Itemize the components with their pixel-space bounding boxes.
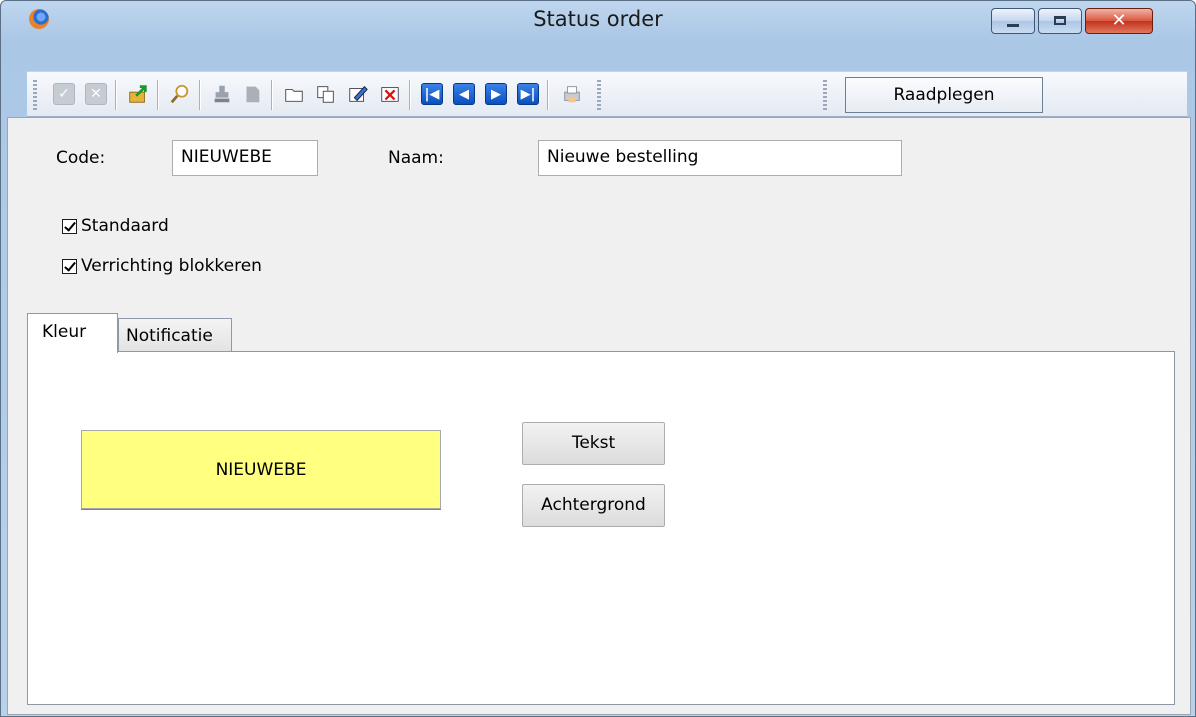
toolbar-grip[interactable] (823, 80, 827, 110)
tab-kleur-label: Kleur (42, 322, 87, 342)
remove-icon (379, 83, 401, 105)
code-field[interactable]: NIEUWEBE (172, 140, 318, 176)
last-record-button[interactable]: ▶| (515, 81, 541, 107)
standaard-checkbox[interactable]: Standaard (62, 216, 169, 236)
standaard-label: Standaard (81, 216, 169, 236)
toolbar: ✓ ✕ |◀ ◀ ▶ ▶| Raadplegen (27, 71, 1187, 117)
mode-indicator: Raadplegen (845, 77, 1043, 113)
toolbar-separator (271, 80, 272, 110)
minimize-icon (1007, 24, 1019, 27)
background-color-button[interactable]: Achtergrond (522, 484, 665, 527)
previous-record-icon: ◀ (453, 83, 475, 105)
toolbar-grip[interactable] (597, 80, 601, 110)
naam-label: Naam: (388, 148, 444, 168)
color-preview: NIEUWEBE (81, 430, 441, 509)
next-record-button[interactable]: ▶ (483, 81, 509, 107)
first-record-icon: |◀ (421, 83, 443, 105)
cancel-button[interactable]: ✕ (83, 81, 109, 107)
toolbar-separator (409, 80, 410, 110)
remove-button[interactable] (377, 81, 403, 107)
export-button[interactable] (125, 81, 151, 107)
confirm-icon: ✓ (53, 83, 75, 105)
naam-field[interactable]: Nieuwe bestelling (538, 140, 902, 176)
open-folder-button[interactable] (281, 81, 307, 107)
delete-record-icon (241, 83, 263, 105)
maximize-icon (1054, 16, 1066, 25)
previous-record-button[interactable]: ◀ (451, 81, 477, 107)
standaard-check-box[interactable] (62, 218, 77, 234)
search-button[interactable] (167, 81, 193, 107)
tab-kleur[interactable]: Kleur (27, 313, 118, 353)
kleur-panel: NIEUWEBE Tekst Achtergrond (27, 351, 1175, 705)
close-button[interactable]: ✕ (1085, 8, 1153, 34)
next-record-icon: ▶ (485, 83, 507, 105)
copy-button[interactable] (313, 81, 339, 107)
copy-icon (315, 83, 337, 105)
blokkeren-check-box[interactable] (62, 258, 77, 274)
print-button[interactable] (559, 81, 585, 107)
stamp-button[interactable] (209, 81, 235, 107)
toolbar-separator (157, 80, 158, 110)
last-record-icon: ▶| (517, 83, 539, 105)
open-folder-icon (283, 83, 305, 105)
export-icon (127, 83, 149, 105)
toolbar-separator (115, 80, 116, 110)
first-record-button[interactable]: |◀ (419, 81, 445, 107)
search-icon (169, 83, 191, 105)
toolbar-grip[interactable] (33, 80, 37, 110)
maximize-button[interactable] (1038, 8, 1082, 34)
edit-icon (347, 83, 369, 105)
toolbar-separator (547, 80, 548, 110)
blokkeren-checkbox[interactable]: Verrichting blokkeren (62, 256, 262, 276)
tab-notificatie-label: Notificatie (126, 326, 213, 346)
print-icon (561, 83, 583, 105)
text-color-button[interactable]: Tekst (522, 422, 665, 465)
title-bar[interactable]: Status order ✕ (1, 1, 1195, 39)
stamp-icon (211, 83, 233, 105)
edit-button[interactable] (345, 81, 371, 107)
confirm-button[interactable]: ✓ (51, 81, 77, 107)
toolbar-separator (199, 80, 200, 110)
cancel-icon: ✕ (85, 83, 107, 105)
blokkeren-label: Verrichting blokkeren (81, 256, 262, 276)
minimize-button[interactable] (991, 8, 1035, 34)
tab-notificatie[interactable]: Notificatie (118, 318, 232, 351)
code-label: Code: (56, 148, 106, 168)
close-icon: ✕ (1111, 10, 1127, 31)
delete-record-button[interactable] (239, 81, 265, 107)
window: Status order ✕ ✓ ✕ |◀ ◀ ▶ ▶| Raadplegen … (0, 0, 1196, 717)
form-area: Code: NIEUWEBE Naam: Nieuwe bestelling S… (7, 117, 1191, 715)
